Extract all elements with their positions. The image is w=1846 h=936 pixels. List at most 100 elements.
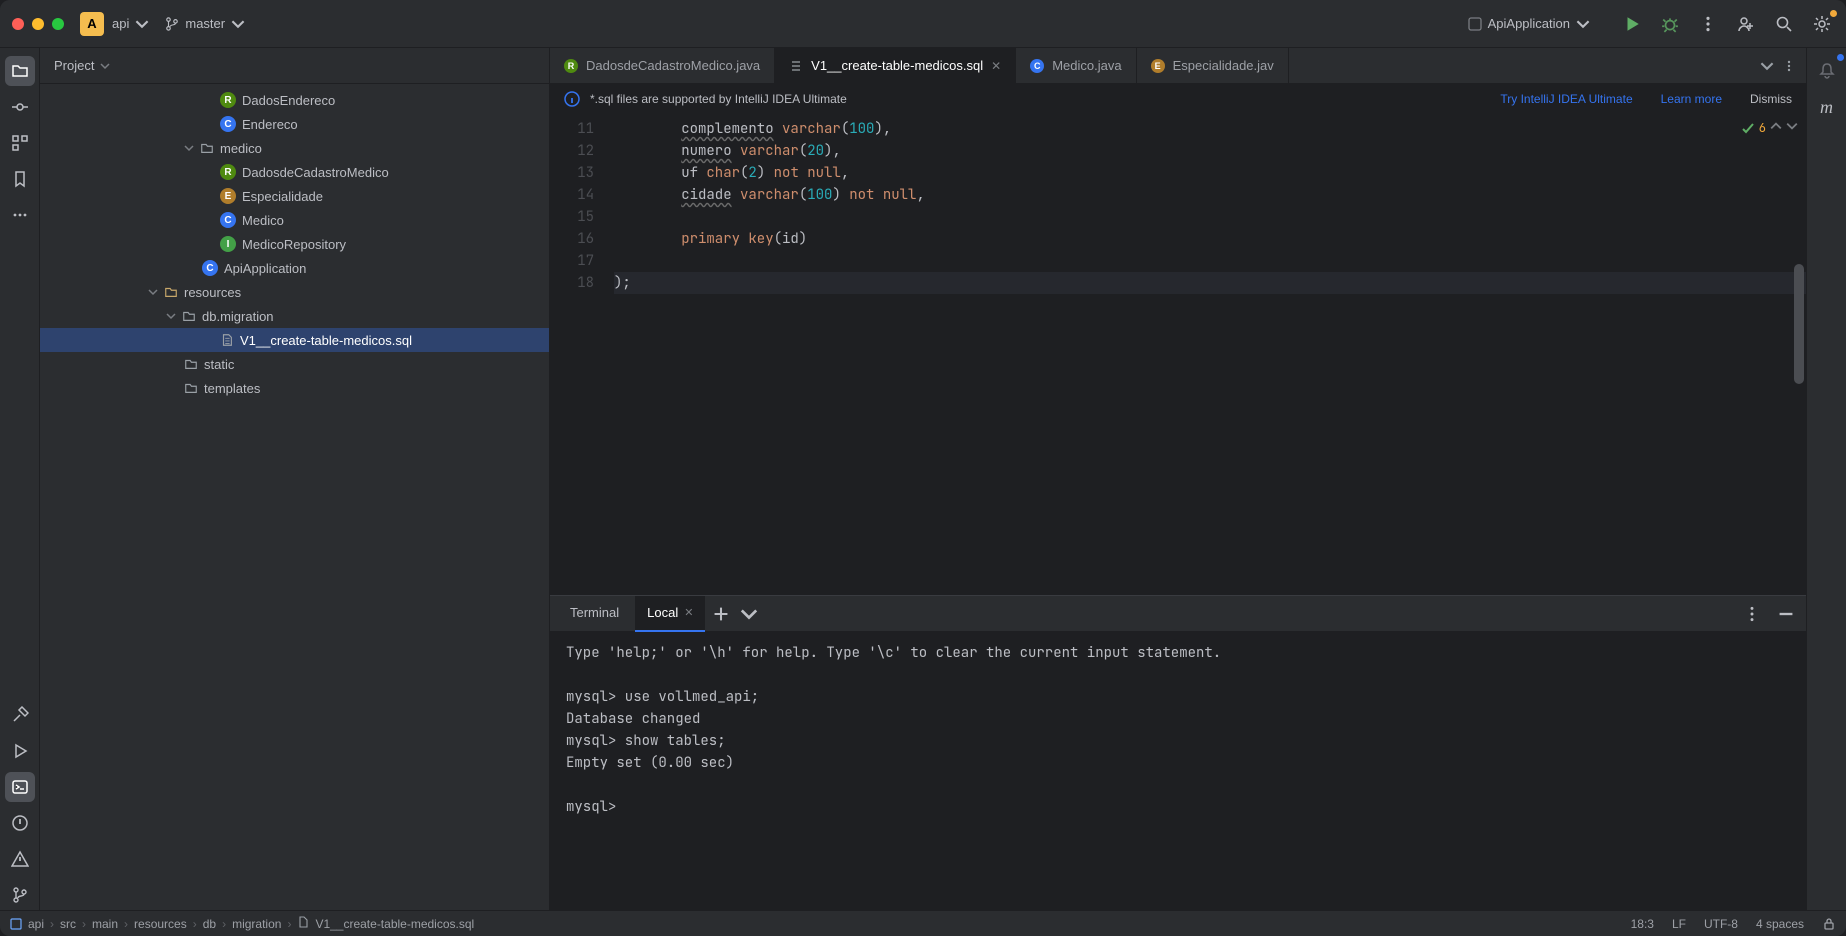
tree-item[interactable]: resources [40, 280, 549, 304]
breadcrumb-item[interactable]: src [60, 917, 76, 931]
maven-tool-button[interactable]: m [1812, 92, 1842, 122]
chevron-down-icon [166, 311, 176, 321]
terminal-output[interactable]: Type 'help;' or '\h' for help. Type '\c'… [550, 632, 1806, 910]
tree-item-label: resources [184, 285, 241, 300]
breadcrumb-item[interactable]: V1__create-table-medicos.sql [315, 917, 474, 931]
file-encoding[interactable]: UTF-8 [1704, 917, 1738, 931]
breadcrumb-item[interactable]: main [92, 917, 118, 931]
terminal-line: Type 'help;' or '\h' for help. Type '\c'… [566, 644, 1790, 666]
maven-icon: m [1820, 97, 1833, 118]
learn-more-link[interactable]: Learn more [1661, 92, 1722, 106]
notifications-button[interactable] [1812, 56, 1842, 86]
vcs-branch[interactable]: master [165, 16, 245, 31]
tree-item[interactable]: CEndereco [40, 112, 549, 136]
search-everywhere-button[interactable] [1772, 12, 1796, 36]
close-tab-button[interactable]: ✕ [991, 59, 1001, 73]
tree-item[interactable]: static [40, 352, 549, 376]
class-badge-icon: R [220, 164, 236, 180]
project-sidebar-header[interactable]: Project [40, 48, 549, 84]
project-menu[interactable]: api [112, 16, 149, 31]
tree-item[interactable]: EEspecialidade [40, 184, 549, 208]
chevron-right-icon: › [287, 917, 291, 931]
tree-item[interactable]: RDadosEndereco [40, 88, 549, 112]
minimize-window-button[interactable] [32, 18, 44, 30]
settings-button[interactable] [1810, 12, 1834, 36]
tree-item[interactable]: medico [40, 136, 549, 160]
run-button[interactable] [1620, 12, 1644, 36]
dismiss-banner-link[interactable]: Dismiss [1750, 92, 1792, 106]
tree-item[interactable]: templates [40, 376, 549, 400]
tree-item[interactable]: V1__create-table-medicos.sql [40, 328, 549, 352]
tree-item[interactable]: RDadosdeCadastroMedico [40, 160, 549, 184]
code-line[interactable]: cidade varchar(100) not null, [614, 184, 1806, 206]
indent-setting[interactable]: 4 spaces [1756, 917, 1804, 931]
chevron-right-icon: › [124, 917, 128, 931]
tree-item[interactable]: db.migration [40, 304, 549, 328]
code-line[interactable]: uf char(2) not null, [614, 162, 1806, 184]
build-tool-button[interactable] [5, 700, 35, 730]
commit-icon [11, 98, 29, 116]
kebab-icon[interactable] [1782, 59, 1796, 73]
breadcrumb-item[interactable]: api [28, 917, 44, 931]
terminal-options-button[interactable] [1740, 602, 1764, 626]
editor-tab[interactable]: EEspecialidade.jav [1137, 48, 1289, 83]
caret-position[interactable]: 18:3 [1631, 917, 1654, 931]
commit-tool-button[interactable] [5, 92, 35, 122]
problems-indicator[interactable]: 6 [1741, 120, 1766, 136]
editor-tab[interactable]: CMedico.java [1016, 48, 1136, 83]
code-with-me-button[interactable] [1734, 12, 1758, 36]
more-run-button[interactable] [1696, 12, 1720, 36]
readonly-toggle-icon[interactable] [1822, 917, 1836, 931]
structure-tool-button[interactable] [5, 128, 35, 158]
code-line[interactable]: ); [614, 272, 1806, 294]
breadcrumbs[interactable]: api›src›main›resources›db›migration›V1__… [10, 916, 474, 931]
ellipsis-icon [11, 206, 29, 224]
class-badge-icon: I [220, 236, 236, 252]
chevron-down-icon[interactable] [1786, 120, 1798, 132]
vcs-tool-button[interactable] [5, 880, 35, 910]
tree-item[interactable]: CMedico [40, 208, 549, 232]
code-line[interactable]: primary key(id) [614, 228, 1806, 250]
breadcrumb-item[interactable]: resources [134, 917, 187, 931]
line-separator[interactable]: LF [1672, 917, 1686, 931]
tree-item[interactable]: IMedicoRepository [40, 232, 549, 256]
try-ultimate-link[interactable]: Try IntelliJ IDEA Ultimate [1500, 92, 1632, 106]
editor-tab-label: Medico.java [1052, 58, 1121, 73]
code-line[interactable]: numero varchar(20), [614, 140, 1806, 162]
new-terminal-session-button[interactable] [709, 602, 733, 626]
terminal-tool-button[interactable] [5, 772, 35, 802]
problems-tool-button[interactable] [5, 808, 35, 838]
banner-message: *.sql files are supported by IntelliJ ID… [590, 92, 847, 106]
warnings-tool-button[interactable] [5, 844, 35, 874]
terminal-session-tab[interactable]: Local ✕ [635, 596, 705, 632]
terminal-dropdown-button[interactable] [737, 602, 761, 626]
editor-tab[interactable]: RDadosdeCadastroMedico.java [550, 48, 775, 83]
breadcrumb-item[interactable]: db [203, 917, 216, 931]
close-window-button[interactable] [12, 18, 24, 30]
more-tools-button[interactable] [5, 200, 35, 230]
services-tool-button[interactable] [5, 736, 35, 766]
debug-button[interactable] [1658, 12, 1682, 36]
run-config-selector[interactable]: ApiApplication [1468, 16, 1590, 31]
code-line[interactable] [614, 250, 1806, 272]
breadcrumb-item[interactable]: migration [232, 917, 281, 931]
terminal-tab[interactable]: Terminal [558, 596, 631, 632]
project-tool-button[interactable] [5, 56, 35, 86]
project-tree[interactable]: RDadosEnderecoCEnderecomedicoRDadosdeCad… [40, 84, 549, 910]
code-editor[interactable]: 1112131415161718 complemento varchar(100… [550, 114, 1806, 595]
problem-nav [1770, 120, 1798, 132]
editor-scrollbar[interactable] [1794, 264, 1804, 384]
chevron-down-icon[interactable] [1760, 59, 1774, 73]
zoom-window-button[interactable] [52, 18, 64, 30]
editor-tab[interactable]: V1__create-table-medicos.sql✕ [775, 48, 1016, 83]
code-line[interactable]: complemento varchar(100), [614, 118, 1806, 140]
close-terminal-session-button[interactable]: ✕ [684, 606, 693, 619]
code-line[interactable] [614, 206, 1806, 228]
bookmarks-tool-button[interactable] [5, 164, 35, 194]
hide-terminal-button[interactable] [1774, 602, 1798, 626]
chevron-up-icon[interactable] [1770, 120, 1782, 132]
editor-code[interactable]: complemento varchar(100), numero varchar… [606, 114, 1806, 595]
terminal-panel: Terminal Local ✕ [550, 595, 1806, 910]
class-badge-icon: C [202, 260, 218, 276]
tree-item[interactable]: CApiApplication [40, 256, 549, 280]
